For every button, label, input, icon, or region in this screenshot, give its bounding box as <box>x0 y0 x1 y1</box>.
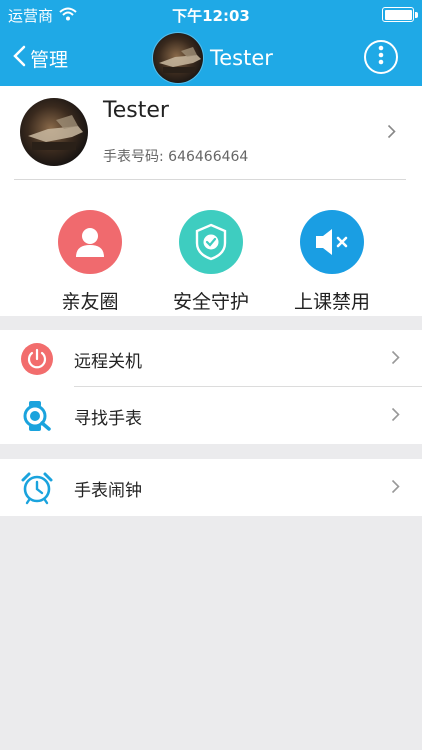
menu-label: 寻找手表 <box>74 409 142 429</box>
feature-friends-circle[interactable]: 亲友圈 <box>30 210 150 314</box>
back-button[interactable]: 管理 <box>12 30 68 86</box>
find-watch-icon <box>20 399 54 433</box>
profile-card: Tester 手表号码: 646466464 亲友圈 安全守护 上课禁用 <box>0 86 422 316</box>
avatar <box>20 98 88 166</box>
more-dots-icon <box>378 45 384 69</box>
status-bar: 运营商 下午12:03 <box>0 0 422 30</box>
feature-class-mode[interactable]: 上课禁用 <box>272 210 392 314</box>
nav-avatar <box>152 32 204 84</box>
chevron-left-icon <box>12 45 26 72</box>
menu-label: 远程关机 <box>74 352 142 372</box>
menu-group-1: 远程关机 寻找手表 <box>0 330 422 444</box>
watch-number: 手表号码: 646466464 <box>103 149 249 165</box>
chevron-right-icon <box>387 124 396 143</box>
list-item-find-watch[interactable]: 寻找手表 <box>0 387 422 444</box>
status-time: 下午12:03 <box>172 7 250 25</box>
chevron-right-icon <box>391 407 400 426</box>
profile-row[interactable]: Tester 手表号码: 646466464 <box>0 86 422 180</box>
divider <box>14 179 406 180</box>
alarm-clock-icon <box>20 471 54 505</box>
nav-title: Tester <box>210 46 273 70</box>
chevron-right-icon <box>391 479 400 498</box>
top-bar: 运营商 下午12:03 管理 Tester <box>0 0 422 86</box>
nav-bar: 管理 Tester <box>0 30 422 86</box>
feature-label: 安全守护 <box>172 291 249 313</box>
list-item-remote-shutdown[interactable]: 远程关机 <box>0 330 422 387</box>
back-label: 管理 <box>30 48 69 71</box>
person-icon <box>58 210 122 274</box>
feature-safety-guard[interactable]: 安全守护 <box>151 210 271 314</box>
feature-label: 亲友圈 <box>61 291 119 313</box>
profile-name: Tester <box>103 98 169 123</box>
menu-group-2: 手表闹钟 <box>0 459 422 516</box>
list-item-watch-alarm[interactable]: 手表闹钟 <box>0 459 422 516</box>
menu-label: 手表闹钟 <box>74 481 142 501</box>
battery-icon <box>382 7 418 22</box>
mute-speaker-icon <box>300 210 364 274</box>
chevron-right-icon <box>391 350 400 369</box>
feature-label: 上课禁用 <box>293 291 370 313</box>
nav-title-group[interactable]: Tester <box>152 31 273 85</box>
more-options-button[interactable] <box>364 40 398 74</box>
power-icon <box>20 342 54 376</box>
shield-check-icon <box>179 210 243 274</box>
